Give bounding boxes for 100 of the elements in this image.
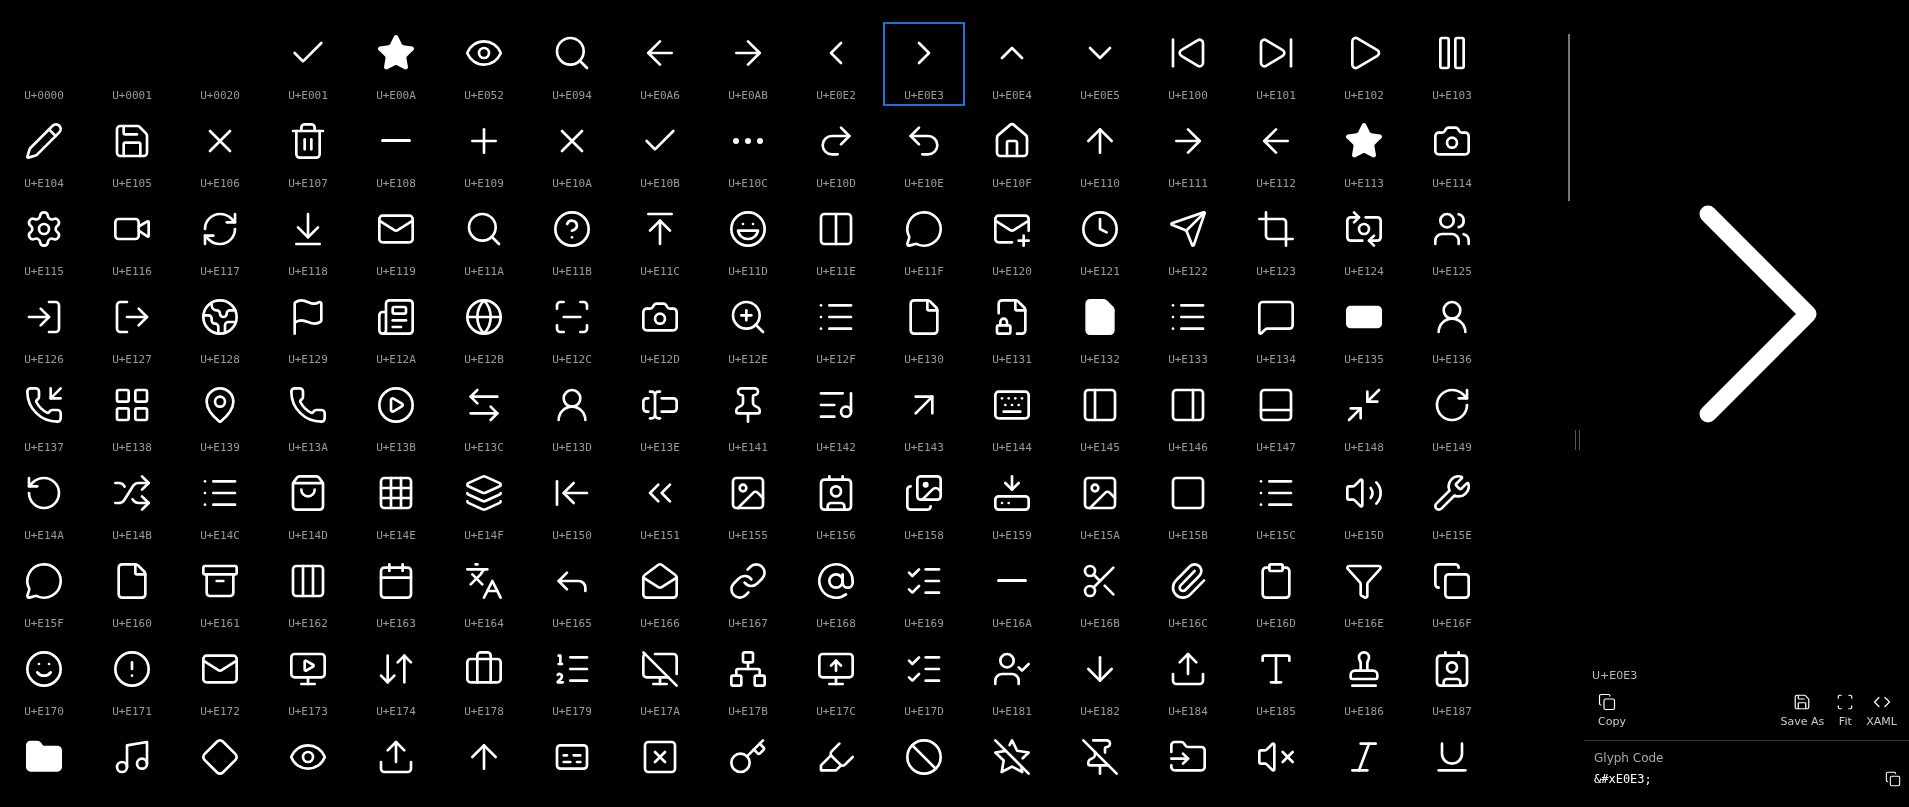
glyph-tile[interactable]: U+E12D bbox=[619, 286, 701, 370]
glyph-tile[interactable]: U+E10D bbox=[795, 110, 877, 194]
glyph-tile[interactable]: U+E136 bbox=[1411, 286, 1493, 370]
glyph-tile[interactable]: U+E158 bbox=[883, 462, 965, 546]
glyph-tile[interactable]: U+E14C bbox=[179, 462, 261, 546]
glyph-tile[interactable]: U+E10A bbox=[531, 110, 613, 194]
glyph-tile[interactable]: U+E17A bbox=[619, 638, 701, 722]
glyph-tile[interactable]: U+E001 bbox=[267, 22, 349, 106]
glyph-tile[interactable]: U+E111 bbox=[1147, 110, 1229, 194]
glyph-tile[interactable]: U+E179 bbox=[531, 638, 613, 722]
glyph-tile[interactable]: U+E106 bbox=[179, 110, 261, 194]
splitter-grip[interactable] bbox=[1575, 430, 1580, 450]
glyph-tile[interactable]: U+E13E bbox=[619, 374, 701, 458]
glyph-tile[interactable]: U+E146 bbox=[1147, 374, 1229, 458]
glyph-tile[interactable]: U+E12F bbox=[795, 286, 877, 370]
glyph-tile[interactable]: U+E13D bbox=[531, 374, 613, 458]
glyph-tile[interactable]: U+E117 bbox=[179, 198, 261, 282]
glyph-tile[interactable]: U+E145 bbox=[1059, 374, 1141, 458]
glyph-tile[interactable]: U+E11A bbox=[443, 198, 525, 282]
glyph-tile[interactable]: U+E14E bbox=[355, 462, 437, 546]
glyph-tile[interactable]: U+E119 bbox=[355, 198, 437, 282]
glyph-tile[interactable]: U+E00A bbox=[355, 22, 437, 106]
glyph-tile[interactable]: U+E108 bbox=[355, 110, 437, 194]
glyph-tile[interactable]: U+E125 bbox=[1411, 198, 1493, 282]
glyph-tile[interactable]: U+E168 bbox=[795, 550, 877, 634]
glyph-tile[interactable]: U+E10F bbox=[971, 110, 1053, 194]
glyph-tile[interactable]: U+0020 bbox=[179, 22, 261, 106]
glyph-tile[interactable]: U+E122 bbox=[1147, 198, 1229, 282]
glyph-tile[interactable]: U+E151 bbox=[619, 462, 701, 546]
glyph-tile[interactable]: U+E141 bbox=[707, 374, 789, 458]
glyph-tile[interactable]: U+E162 bbox=[267, 550, 349, 634]
glyph-tile[interactable]: U+E121 bbox=[1059, 198, 1141, 282]
glyph-tile[interactable]: U+E0E2 bbox=[795, 22, 877, 106]
glyph-tile[interactable]: U+E0E3 bbox=[883, 22, 965, 106]
glyph-tile[interactable]: U+E169 bbox=[883, 550, 965, 634]
toolbar-button[interactable]: XAML bbox=[1860, 692, 1903, 730]
glyph-tile[interactable]: U+E16A bbox=[971, 550, 1053, 634]
glyph-tile[interactable]: U+E104 bbox=[3, 110, 85, 194]
glyph-tile[interactable]: U+E166 bbox=[619, 550, 701, 634]
glyph-tile[interactable]: U+E102 bbox=[1323, 22, 1405, 106]
glyph-tile[interactable]: U+E115 bbox=[3, 198, 85, 282]
glyph-tile[interactable]: U+E17B bbox=[707, 638, 789, 722]
glyph-tile[interactable]: U+E15A bbox=[1059, 462, 1141, 546]
glyph-tile[interactable]: U+E187 bbox=[1411, 638, 1493, 722]
glyph-tile[interactable]: U+E11B bbox=[531, 198, 613, 282]
glyph-tile[interactable]: U+E170 bbox=[3, 638, 85, 722]
glyph-tile[interactable]: U+E131 bbox=[971, 286, 1053, 370]
glyph-tile[interactable]: U+E137 bbox=[3, 374, 85, 458]
glyph-tile[interactable]: U+E113 bbox=[1323, 110, 1405, 194]
glyph-tile[interactable]: U+E164 bbox=[443, 550, 525, 634]
glyph-tile[interactable]: U+E138 bbox=[91, 374, 173, 458]
glyph-tile[interactable]: U+E174 bbox=[355, 638, 437, 722]
glyph-tile[interactable]: U+E15F bbox=[3, 550, 85, 634]
glyph-tile[interactable]: U+E182 bbox=[1059, 638, 1141, 722]
glyph-tile[interactable]: U+E16B bbox=[1059, 550, 1141, 634]
glyph-tile[interactable]: U+E12E bbox=[707, 286, 789, 370]
glyph-tile[interactable]: U+E14A bbox=[3, 462, 85, 546]
glyph-tile[interactable]: U+E123 bbox=[1235, 198, 1317, 282]
glyph-tile[interactable]: U+E139 bbox=[179, 374, 261, 458]
glyph-tile[interactable]: U+E107 bbox=[267, 110, 349, 194]
glyph-tile[interactable]: U+E160 bbox=[91, 550, 173, 634]
glyph-tile[interactable]: U+E12A bbox=[355, 286, 437, 370]
glyph-tile[interactable]: U+E159 bbox=[971, 462, 1053, 546]
glyph-tile[interactable]: U+E13B bbox=[355, 374, 437, 458]
glyph-tile[interactable]: U+E16D bbox=[1235, 550, 1317, 634]
glyph-tile[interactable]: U+E127 bbox=[91, 286, 173, 370]
glyph-tile[interactable]: U+E11D bbox=[707, 198, 789, 282]
glyph-tile[interactable]: U+E185 bbox=[1235, 638, 1317, 722]
toolbar-button[interactable]: Copy bbox=[1592, 692, 1632, 730]
glyph-tile[interactable]: U+E10C bbox=[707, 110, 789, 194]
glyph-tile[interactable]: U+0001 bbox=[91, 22, 173, 106]
glyph-tile[interactable]: U+E130 bbox=[883, 286, 965, 370]
glyph-tile[interactable]: U+E105 bbox=[91, 110, 173, 194]
glyph-tile[interactable]: U+E10E bbox=[883, 110, 965, 194]
glyph-tile[interactable]: U+E148 bbox=[1323, 374, 1405, 458]
glyph-tile[interactable]: U+E186 bbox=[1323, 638, 1405, 722]
glyph-tile[interactable]: U+E178 bbox=[443, 638, 525, 722]
copy-icon[interactable] bbox=[1885, 771, 1901, 787]
glyph-tile[interactable]: U+E147 bbox=[1235, 374, 1317, 458]
glyph-tile[interactable]: U+E112 bbox=[1235, 110, 1317, 194]
glyph-tile[interactable]: U+E0A6 bbox=[619, 22, 701, 106]
glyph-tile[interactable]: U+E172 bbox=[179, 638, 261, 722]
glyph-tile[interactable]: U+E14F bbox=[443, 462, 525, 546]
glyph-tile[interactable]: U+E118 bbox=[267, 198, 349, 282]
scrollbar-thumb[interactable] bbox=[1568, 34, 1570, 201]
glyph-tile[interactable]: U+E15B bbox=[1147, 462, 1229, 546]
glyph-tile[interactable]: U+E163 bbox=[355, 550, 437, 634]
glyph-tile[interactable]: U+E128 bbox=[179, 286, 261, 370]
glyph-tile[interactable]: U+E13A bbox=[267, 374, 349, 458]
glyph-tile[interactable]: U+E14D bbox=[267, 462, 349, 546]
glyph-tile[interactable]: U+E11F bbox=[883, 198, 965, 282]
glyph-tile[interactable]: U+0000 bbox=[3, 22, 85, 106]
glyph-tile[interactable]: U+E103 bbox=[1411, 22, 1493, 106]
glyph-tile[interactable]: U+E0AB bbox=[707, 22, 789, 106]
glyph-tile[interactable]: U+E15C bbox=[1235, 462, 1317, 546]
glyph-tile[interactable]: U+E165 bbox=[531, 550, 613, 634]
glyph-tile[interactable]: U+E167 bbox=[707, 550, 789, 634]
glyph-tile[interactable]: U+E126 bbox=[3, 286, 85, 370]
glyph-tile[interactable]: U+E0E5 bbox=[1059, 22, 1141, 106]
glyph-tile[interactable]: U+E16F bbox=[1411, 550, 1493, 634]
